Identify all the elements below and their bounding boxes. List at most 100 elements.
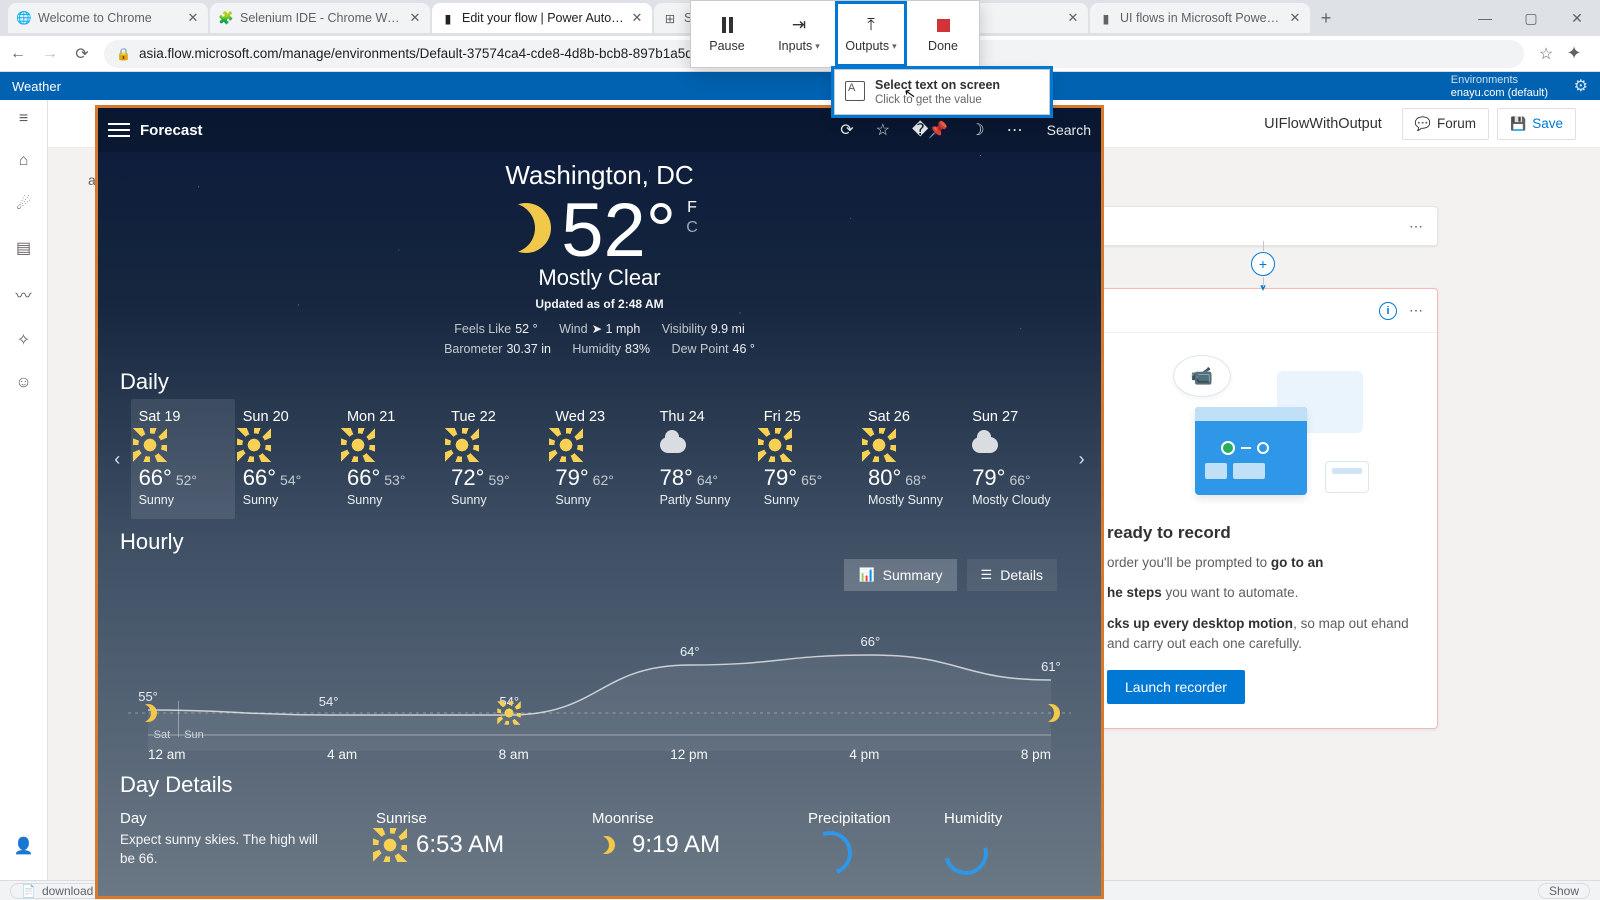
tab-close-icon[interactable]: ✕ [186, 10, 200, 26]
window-minimize[interactable]: ― [1462, 0, 1508, 36]
daily-card[interactable]: Sat 1966°52°Sunny [131, 399, 235, 519]
nav-flows-icon[interactable]: ☄ [16, 194, 30, 214]
chart-icon: 📊 [858, 567, 874, 583]
nav-reload[interactable]: ⟳ [72, 44, 92, 64]
pin-icon[interactable]: �📌 [912, 120, 948, 140]
settings-gear-icon[interactable]: ⚙ [1574, 76, 1588, 96]
div-sat: Sat [154, 729, 171, 741]
nav-hamburger-icon[interactable]: ≡ [19, 110, 28, 128]
recorder-outputs-menu-item[interactable]: Select text on screen Click to get the v… [834, 69, 1050, 115]
nav-back[interactable]: ← [8, 44, 28, 64]
hourly-x-axis: 12 am4 am8 am12 pm4 pm8 pm [98, 747, 1101, 762]
humidity-gauge-icon [936, 823, 996, 883]
window-close[interactable]: ✕ [1554, 0, 1600, 36]
day-cond: Sunny [347, 493, 435, 507]
day-name: Sat 26 [868, 409, 956, 425]
sun-icon [498, 702, 520, 724]
nav-connectors-icon[interactable]: 〰 [15, 282, 31, 306]
recorder-outputs-button[interactable]: ⤒ Outputs▾ [835, 1, 907, 67]
day-cond: Sunny [764, 493, 852, 507]
daily-card[interactable]: Mon 2166°53°Sunny [339, 399, 443, 519]
tab-close-icon[interactable]: ✕ [630, 10, 644, 26]
daily-card[interactable]: Sun 2066°54°Sunny [235, 399, 339, 519]
recorder-done-button[interactable]: Done [907, 1, 979, 67]
sunrise-label: Sunrise [376, 810, 556, 827]
hourly-summary-button[interactable]: 📊Summary [844, 559, 956, 591]
downloads-show-all[interactable]: Show [1538, 883, 1590, 899]
daily-card[interactable]: Sun 2779°66°Mostly Cloudy [964, 399, 1068, 519]
nav-forward[interactable]: → [40, 44, 60, 64]
hourly-temp-label: 64° [680, 644, 700, 659]
save-icon: 💾 [1510, 116, 1526, 132]
environment-picker[interactable]: Environments enayu.com (default) [1451, 74, 1548, 100]
recorder-inputs-button[interactable]: ⇥ Inputs▾ [763, 1, 835, 67]
save-button[interactable]: 💾Save [1497, 108, 1576, 140]
browser-tab[interactable]: ▮Edit your flow | Power Automate✕ [432, 3, 652, 33]
daily-card[interactable]: Sat 2680°68°Mostly Sunny [860, 399, 964, 519]
nav-ai-icon[interactable]: ✧ [17, 330, 30, 350]
daily-next-icon[interactable]: › [1068, 399, 1095, 519]
bookmark-star-icon[interactable]: ☆ [1536, 44, 1556, 64]
day-temp: 79°65° [764, 465, 852, 491]
x-tick: 12 pm [670, 747, 708, 762]
refresh-icon[interactable]: ⟳ [840, 120, 853, 140]
window-maximize[interactable]: ▢ [1508, 0, 1554, 36]
tab-close-icon[interactable]: ✕ [408, 10, 422, 26]
sun-icon [347, 434, 369, 456]
daily-heading: Daily [98, 359, 1101, 399]
nav-solutions-icon[interactable]: ☺ [15, 374, 31, 392]
recorder-pause-button[interactable]: Pause [691, 1, 763, 67]
day-label: Day [120, 810, 340, 827]
launch-recorder-button[interactable]: Launch recorder [1107, 670, 1245, 704]
recorder-illustration: 📹 [1163, 355, 1363, 505]
hourly-chart: Sat Sun 55°54°54°64°66°61° [128, 601, 1071, 751]
record-app-card: i ⋯ 📹 ready to [1088, 288, 1438, 729]
sun-icon [139, 434, 161, 456]
add-step-button[interactable]: +▾ [1251, 252, 1275, 276]
tab-close-icon[interactable]: ✕ [1066, 10, 1080, 26]
browser-tab[interactable]: ▮UI flows in Microsoft Power Aut✕ [1090, 3, 1310, 33]
unit-c[interactable]: C [686, 219, 698, 237]
nav-home-icon[interactable]: ⌂ [19, 152, 29, 170]
weather-more-icon[interactable]: ⋯ [1007, 120, 1025, 140]
tab-favicon: 🌐 [16, 10, 32, 26]
forum-button[interactable]: 💬Forum [1402, 108, 1489, 140]
day-name: Sun 27 [972, 409, 1060, 425]
daily-card[interactable]: Fri 2579°65°Sunny [756, 399, 860, 519]
extensions-icon[interactable]: ✦ [1564, 44, 1584, 64]
day-name: Sun 20 [243, 409, 331, 425]
tab-close-icon[interactable]: ✕ [1288, 10, 1302, 26]
camera-icon: 📹 [1173, 355, 1231, 397]
night-mode-icon[interactable]: ☽ [970, 120, 984, 140]
moonrise-value: 9:19 AM [632, 831, 720, 859]
url-text: asia.flow.microsoft.com/manage/environme… [139, 46, 764, 61]
file-icon: 📄 [21, 884, 36, 898]
pause-icon [722, 15, 733, 35]
daily-card[interactable]: Wed 2379°62°Sunny [547, 399, 651, 519]
hourly-details-button[interactable]: ☰Details [967, 559, 1057, 591]
weather-menu-icon[interactable] [108, 119, 130, 141]
favorite-star-icon[interactable]: ☆ [876, 120, 890, 140]
current-condition: Mostly Clear [98, 265, 1101, 291]
weather-search[interactable]: Search [1047, 122, 1091, 138]
browser-tab[interactable]: 🧩Selenium IDE - Chrome Web Sto✕ [210, 3, 430, 33]
hourly-temp-label: 61° [1041, 659, 1061, 674]
x-tick: 8 pm [1021, 747, 1051, 762]
info-icon[interactable]: i [1379, 302, 1397, 320]
daily-card[interactable]: Tue 2272°59°Sunny [443, 399, 547, 519]
current-condition-moon-icon [501, 203, 551, 253]
unit-f[interactable]: F [686, 199, 698, 217]
flow-step-card[interactable]: ⋯ [1088, 206, 1438, 246]
step-more-icon[interactable]: ⋯ [1409, 218, 1425, 235]
card-more-icon[interactable]: ⋯ [1409, 302, 1425, 319]
tab-title: Edit your flow | Power Automate [462, 11, 624, 25]
daily-card[interactable]: Thu 2478°64°Partly Sunny [652, 399, 756, 519]
day-name: Tue 22 [451, 409, 539, 425]
recorder-toolbar: Pause ⇥ Inputs▾ ⤒ Outputs▾ Done [690, 0, 980, 68]
nav-templates-icon[interactable]: ▤ [16, 238, 31, 258]
nav-account-icon[interactable]: 👤 [14, 836, 34, 856]
ready-p2: he steps you want to automate. [1107, 583, 1419, 603]
browser-tab[interactable]: 🌐Welcome to Chrome✕ [8, 3, 208, 33]
daily-prev-icon[interactable]: ‹ [104, 399, 131, 519]
new-tab-button[interactable]: + [1312, 8, 1340, 29]
